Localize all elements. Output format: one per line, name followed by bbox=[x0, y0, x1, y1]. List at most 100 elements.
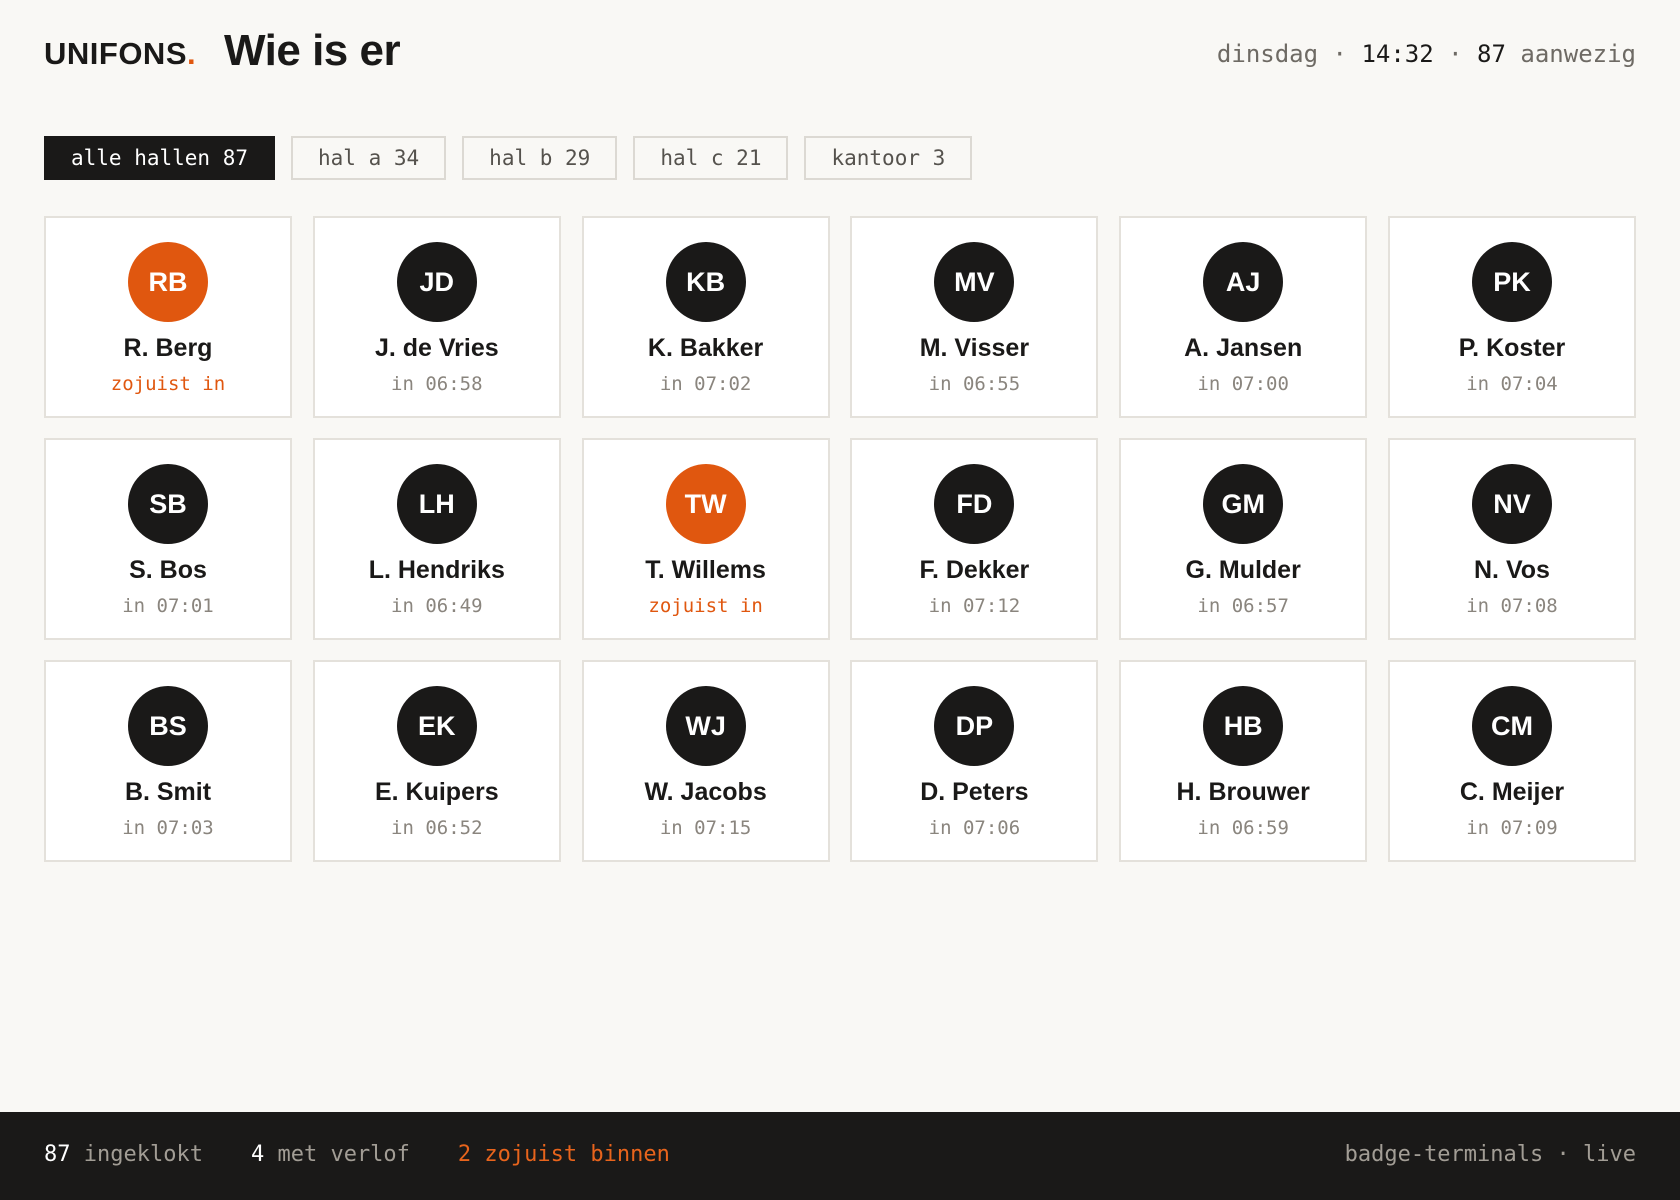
person-card[interactable]: RB R. Berg zojuist in bbox=[44, 216, 292, 418]
person-card[interactable]: JD J. de Vries in 06:58 bbox=[312, 216, 561, 418]
day-label: dinsdag bbox=[1216, 40, 1319, 68]
brand-logo: UNIFONS. bbox=[44, 36, 196, 72]
person-name: R. Berg bbox=[123, 334, 213, 362]
checkin-status: zojuist in bbox=[648, 595, 763, 617]
person-name: H. Brouwer bbox=[1176, 778, 1310, 806]
person-card[interactable]: BS B. Smit in 07:03 bbox=[44, 660, 292, 862]
filter-chip[interactable]: hal c 21 bbox=[633, 136, 789, 180]
person-name: B. Smit bbox=[124, 778, 212, 806]
checkin-status: in 07:06 bbox=[928, 817, 1021, 839]
person-card[interactable]: FD F. Dekker in 07:12 bbox=[850, 438, 1099, 640]
avatar: EK bbox=[396, 686, 477, 766]
status-footer: 87 ingeklokt 4 met verlof 2 zojuist binn… bbox=[0, 1112, 1680, 1200]
checkin-status: in 07:12 bbox=[928, 595, 1021, 617]
checkin-status: in 07:03 bbox=[122, 817, 214, 839]
person-name: J. de Vries bbox=[374, 334, 499, 362]
filter-chip[interactable]: hal b 29 bbox=[462, 136, 618, 180]
person-card[interactable]: EK E. Kuipers in 06:52 bbox=[312, 660, 561, 862]
person-name: G. Mulder bbox=[1185, 556, 1301, 584]
avatar: FD bbox=[934, 464, 1015, 544]
person-name: D. Peters bbox=[920, 778, 1029, 806]
people-grid: RB R. Berg zojuist in JD J. de Vries in 06:58… bbox=[44, 216, 1636, 862]
meta-separator: · bbox=[1433, 40, 1478, 68]
page-title: Wie is er bbox=[224, 26, 401, 75]
header-meta: dinsdag · 14:32 · 87 aanwezig bbox=[1217, 40, 1636, 68]
checkin-status: in 06:55 bbox=[928, 373, 1021, 395]
filter-chip[interactable]: alle hallen 87 bbox=[44, 136, 276, 180]
avatar: BS bbox=[128, 686, 208, 766]
stat-on-leave-count: 4 bbox=[250, 1142, 265, 1167]
person-name: N. Vos bbox=[1474, 556, 1550, 584]
avatar: CM bbox=[1471, 686, 1552, 766]
avatar: TW bbox=[665, 464, 746, 544]
checkin-status: zojuist in bbox=[110, 373, 226, 395]
stat-on-leave-label: met verlof bbox=[277, 1142, 410, 1167]
person-name: W. Jacobs bbox=[644, 778, 767, 806]
avatar: SB bbox=[128, 464, 208, 544]
person-name: C. Meijer bbox=[1459, 778, 1565, 806]
person-name: F. Dekker bbox=[919, 556, 1030, 584]
avatar: MV bbox=[934, 242, 1015, 322]
avatar: NV bbox=[1471, 464, 1552, 544]
person-card[interactable]: PK P. Koster in 07:04 bbox=[1387, 216, 1636, 418]
avatar: PK bbox=[1471, 242, 1552, 322]
page-header: UNIFONS. Wie is er dinsdag · 14:32 · 87 … bbox=[44, 26, 1636, 86]
checkin-status: in 06:57 bbox=[1197, 595, 1289, 617]
checkin-status: in 06:58 bbox=[391, 373, 483, 395]
person-card[interactable]: AJ A. Jansen in 07:00 bbox=[1119, 216, 1368, 418]
person-name: P. Koster bbox=[1458, 334, 1566, 362]
person-name: M. Visser bbox=[919, 334, 1030, 362]
person-name: L. Hendriks bbox=[368, 556, 505, 584]
hall-filter-bar: alle hallen 87 hal a 34 hal b 29 hal c 21 ka… bbox=[44, 136, 973, 180]
person-name: A. Jansen bbox=[1184, 334, 1303, 362]
avatar: KB bbox=[665, 242, 746, 322]
footer-stats: 87 ingeklokt 4 met verlof 2 zojuist binn… bbox=[44, 1142, 670, 1167]
meta-separator: · bbox=[1318, 40, 1362, 68]
avatar: DP bbox=[934, 686, 1015, 766]
stat-clocked-in-label: ingeklokt bbox=[83, 1142, 203, 1167]
person-card[interactable]: DP D. Peters in 07:06 bbox=[850, 660, 1099, 862]
filter-chip[interactable]: hal a 34 bbox=[291, 136, 447, 180]
person-card[interactable]: MV M. Visser in 06:55 bbox=[850, 216, 1099, 418]
checkin-status: in 06:52 bbox=[391, 817, 483, 839]
present-label: aanwezig bbox=[1520, 40, 1636, 68]
person-card[interactable]: KB K. Bakker in 07:02 bbox=[581, 216, 830, 418]
data-source-label: badge-terminals · live bbox=[1344, 1142, 1636, 1167]
person-card[interactable]: LH L. Hendriks in 06:49 bbox=[312, 438, 561, 640]
person-card[interactable]: TW T. Willems zojuist in bbox=[581, 438, 830, 640]
person-card[interactable]: NV N. Vos in 07:08 bbox=[1387, 438, 1636, 640]
person-card[interactable]: GM G. Mulder in 06:57 bbox=[1119, 438, 1368, 640]
avatar: RB bbox=[128, 242, 208, 322]
avatar: JD bbox=[396, 242, 477, 322]
stat-on-leave: 4 met verlof bbox=[251, 1142, 410, 1167]
person-name: S. Bos bbox=[129, 556, 207, 584]
checkin-status: in 07:02 bbox=[659, 373, 752, 395]
person-card[interactable]: CM C. Meijer in 07:09 bbox=[1387, 660, 1636, 862]
brand-dot: . bbox=[187, 36, 197, 71]
checkin-status: in 06:49 bbox=[391, 595, 483, 617]
stat-recent: 2 zojuist binnen bbox=[457, 1142, 670, 1167]
person-name: K. Bakker bbox=[647, 334, 764, 362]
filter-chip[interactable]: kantoor 3 bbox=[804, 136, 973, 180]
stat-clocked-in-count: 87 bbox=[44, 1142, 71, 1167]
avatar: WJ bbox=[665, 686, 746, 766]
checkin-status: in 07:08 bbox=[1466, 595, 1558, 617]
present-count: 87 bbox=[1477, 40, 1506, 68]
person-name: T. Willems bbox=[645, 556, 766, 584]
checkin-status: in 07:04 bbox=[1466, 373, 1558, 395]
checkin-status: in 07:15 bbox=[659, 817, 752, 839]
avatar: AJ bbox=[1203, 242, 1284, 322]
person-card[interactable]: HB H. Brouwer in 06:59 bbox=[1119, 660, 1368, 862]
avatar: HB bbox=[1203, 686, 1284, 766]
checkin-status: in 07:01 bbox=[122, 595, 214, 617]
person-card[interactable]: SB S. Bos in 07:01 bbox=[44, 438, 292, 640]
current-time: 14:32 bbox=[1361, 40, 1434, 68]
person-card[interactable]: WJ W. Jacobs in 07:15 bbox=[581, 660, 830, 862]
stat-clocked-in: 87 ingeklokt bbox=[44, 1142, 203, 1167]
brand-name: UNIFONS bbox=[44, 36, 187, 71]
checkin-status: in 06:59 bbox=[1197, 817, 1289, 839]
avatar: GM bbox=[1203, 464, 1284, 544]
avatar: LH bbox=[396, 464, 477, 544]
person-name: E. Kuipers bbox=[374, 778, 499, 806]
checkin-status: in 07:00 bbox=[1197, 373, 1289, 395]
